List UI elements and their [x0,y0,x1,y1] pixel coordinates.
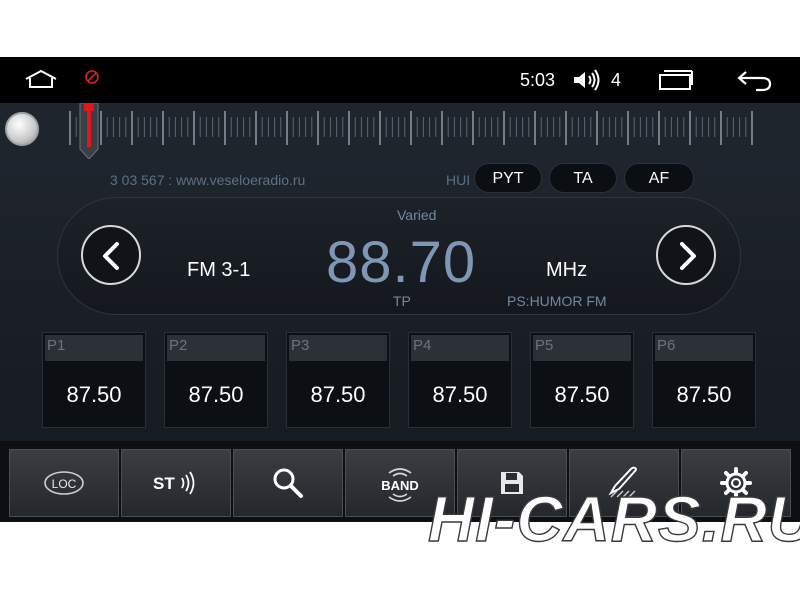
preset-p2[interactable]: P2 87.50 [164,332,268,428]
ps-name: PS:HUMOR FM [507,293,607,309]
tuner-scale[interactable] [0,103,800,159]
home-icon[interactable] [24,69,58,94]
preset-p3[interactable]: P3 87.50 [286,332,390,428]
preset-frequency: 87.50 [432,382,488,407]
frequency-display: 88.70 [326,230,477,295]
af-button[interactable]: AF [624,163,694,193]
svg-text:ST: ST [153,474,175,493]
stereo-button[interactable]: ST [121,449,231,517]
preset-p5[interactable]: P5 87.50 [530,332,634,428]
watermark: HI-CARS.RU [427,482,800,555]
preset-frequency: 87.50 [310,382,366,407]
svg-text:BAND: BAND [381,478,419,493]
preset-label: P5 [535,337,554,354]
volume-knob[interactable] [5,112,39,146]
tuner-needle[interactable] [79,103,99,159]
preset-p4[interactable]: P4 87.50 [408,332,512,428]
clock-time: 5:03 [520,70,556,90]
chevron-left-icon [103,242,119,270]
preset-label: P4 [413,337,432,354]
preset-p6[interactable]: P6 87.50 [652,332,756,428]
preset-label: P2 [169,337,188,354]
tp-indicator: TP [393,293,411,309]
seek-up-button[interactable] [656,225,716,285]
preset-frequency: 87.50 [676,382,732,407]
preset-label: P1 [47,337,66,354]
frequency-unit: MHz [546,259,588,281]
pty-button[interactable]: PYT [474,163,542,193]
status-bar: 5:03 4 [0,57,800,103]
recent-apps-icon[interactable] [658,69,694,96]
back-icon[interactable] [736,68,774,97]
band-label: FM 3-1 [187,259,251,281]
chevron-right-icon [680,242,696,270]
volume-icon[interactable] [572,69,602,96]
preset-label: P6 [657,337,676,354]
preset-frequency: 87.50 [188,382,244,407]
hui-text: HUI [446,172,471,188]
radio-screen: 5:03 4 3 03 567 : www.veseloeradio.ru HU… [0,57,800,522]
volume-level: 4 [611,70,622,90]
stereo-icon: ST [153,471,195,495]
preset-frequency: 87.50 [554,382,610,407]
ta-button[interactable]: TA [549,163,617,193]
svg-text:LOC: LOC [52,477,77,491]
seek-down-button[interactable] [81,225,141,285]
preset-frequency: 87.50 [66,382,122,407]
program-type: Varied [397,207,437,223]
loc-button[interactable]: LOC [9,449,119,517]
preset-p1[interactable]: P1 87.50 [42,332,146,428]
band-icon: BAND [381,468,419,502]
no-entry-icon [84,69,100,90]
search-icon [273,468,303,498]
search-button[interactable] [233,449,343,517]
radio-text: 3 03 567 : www.veseloeradio.ru [110,172,306,188]
preset-label: P3 [291,337,310,354]
loc-icon: LOC [44,471,84,495]
